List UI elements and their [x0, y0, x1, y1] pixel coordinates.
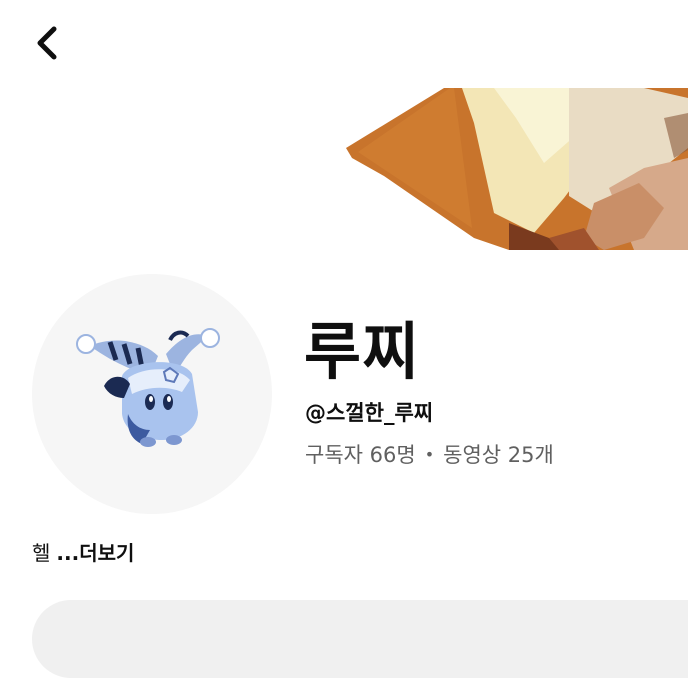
channel-avatar[interactable]	[32, 274, 272, 514]
banner-artwork	[346, 88, 688, 250]
channel-handle: @스껄한_루찌	[305, 401, 434, 425]
video-count: 동영상 25개	[443, 443, 554, 467]
stats-separator: •	[424, 445, 435, 464]
channel-description[interactable]: 헬 ...더보기	[32, 538, 134, 568]
avatar-artwork	[76, 328, 220, 447]
back-button[interactable]	[22, 18, 72, 68]
channel-stats: 구독자 66명 • 동영상 25개	[305, 440, 554, 472]
channel-banner	[344, 88, 688, 250]
subscriber-count: 구독자 66명	[305, 443, 416, 467]
channel-name: 루찌	[304, 315, 421, 388]
subscribe-action-bar[interactable]	[32, 600, 688, 678]
chevron-left-icon	[37, 26, 57, 60]
description-text: 헬	[32, 541, 51, 565]
more-link[interactable]: ...더보기	[56, 541, 134, 565]
channel-page: 루찌 @스껄한_루찌 구독자 66명 • 동영상 25개 헬 ...더보기	[0, 0, 688, 688]
